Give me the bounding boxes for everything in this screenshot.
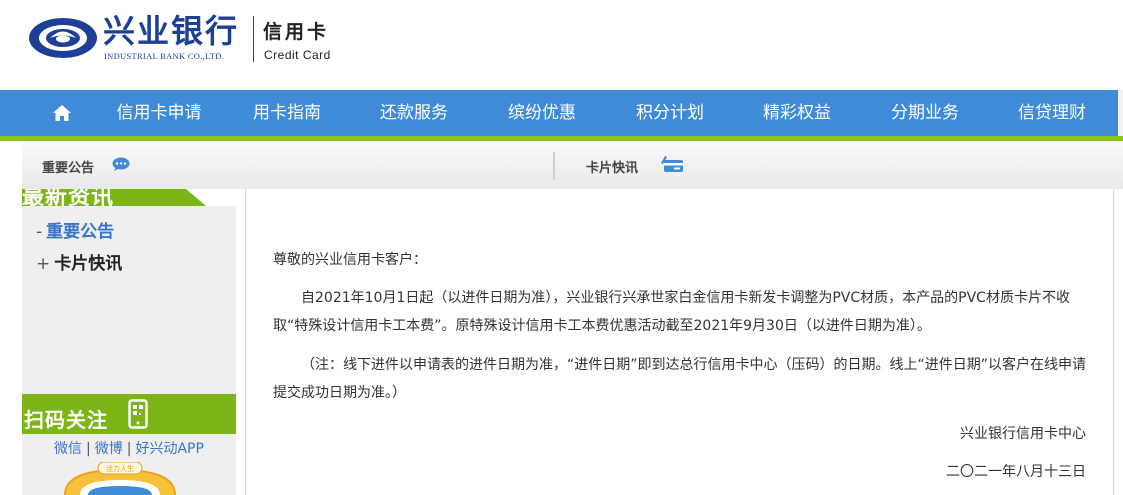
sidebar-item-label: 卡片快讯 bbox=[54, 254, 123, 274]
app-link[interactable]: 好兴动APP bbox=[135, 441, 203, 457]
social-links: 微信 | 微博 | 好兴动APP bbox=[22, 438, 236, 458]
link-separator: | bbox=[86, 441, 91, 457]
weibo-link[interactable]: 微博 bbox=[95, 441, 123, 457]
nav-item-points[interactable]: 积分计划 bbox=[626, 90, 714, 136]
announcement-greeting: 尊敬的兴业信用卡客户： bbox=[273, 252, 427, 268]
signature-org: 兴业银行信用卡中心 bbox=[960, 426, 1086, 442]
announcement-paragraph: 自2021年10月1日起（以进件日期为准），兴业银行兴承世家白金信用卡新发卡调整… bbox=[273, 290, 1070, 334]
bank-name-en: INDUSTRIAL BANK CO.,LTD. bbox=[104, 51, 225, 61]
app-promo-graphic: 活力人生 bbox=[64, 462, 176, 495]
product-name-cn: 信用卡 bbox=[263, 21, 330, 43]
sidebar-item-announcements[interactable]: - 重要公告 bbox=[36, 217, 114, 242]
nav-item-apply[interactable]: 信用卡申请 bbox=[106, 90, 212, 136]
link-separator: | bbox=[126, 441, 132, 457]
nav-item-guide[interactable]: 用卡指南 bbox=[243, 90, 331, 136]
product-name-en: Credit Card bbox=[264, 48, 331, 62]
nav-item-installment[interactable]: 分期业务 bbox=[881, 90, 969, 136]
scan-follow-title: 扫码关注 bbox=[24, 408, 108, 432]
logo-divider bbox=[253, 16, 254, 62]
notice-separator bbox=[553, 152, 555, 180]
notice-bar bbox=[22, 141, 1123, 189]
nav-item-finance[interactable]: 信贷理财 bbox=[1008, 90, 1096, 136]
sidebar-item-card-news[interactable]: + 卡片快讯 bbox=[36, 249, 122, 274]
signature-date: 二〇二一年八月十三日 bbox=[946, 464, 1086, 480]
collapse-marker: - bbox=[36, 222, 43, 242]
announcement-note: （注：线下进件以申请表的进件日期为准，“进件日期”即到达总行信用卡中心（压码）的… bbox=[273, 357, 1087, 401]
expand-marker: + bbox=[36, 254, 51, 274]
app-graphic-label: 活力人生 bbox=[106, 464, 134, 473]
sidebar-section-title: 最新资讯 bbox=[22, 189, 115, 206]
nav-item-benefits[interactable]: 精彩权益 bbox=[753, 90, 841, 136]
announcement-content bbox=[245, 189, 1114, 495]
bank-name-cn: 兴业银行 bbox=[103, 12, 240, 50]
nav-item-repayment[interactable]: 还款服务 bbox=[370, 90, 458, 136]
sidebar-item-label: 重要公告 bbox=[46, 222, 115, 242]
bank-logo-icon[interactable] bbox=[28, 17, 98, 59]
phone-icon bbox=[128, 399, 148, 429]
card-icon bbox=[661, 156, 683, 172]
home-icon[interactable] bbox=[52, 104, 72, 122]
notice-tab-announcements[interactable]: 重要公告 bbox=[42, 157, 94, 176]
nav-item-offers[interactable]: 缤纷优惠 bbox=[498, 90, 586, 136]
nav-edge bbox=[1118, 90, 1123, 136]
notice-tab-card-news[interactable]: 卡片快讯 bbox=[586, 157, 638, 176]
chat-bubble-icon bbox=[112, 157, 130, 171]
wechat-link[interactable]: 微信 bbox=[54, 441, 82, 457]
